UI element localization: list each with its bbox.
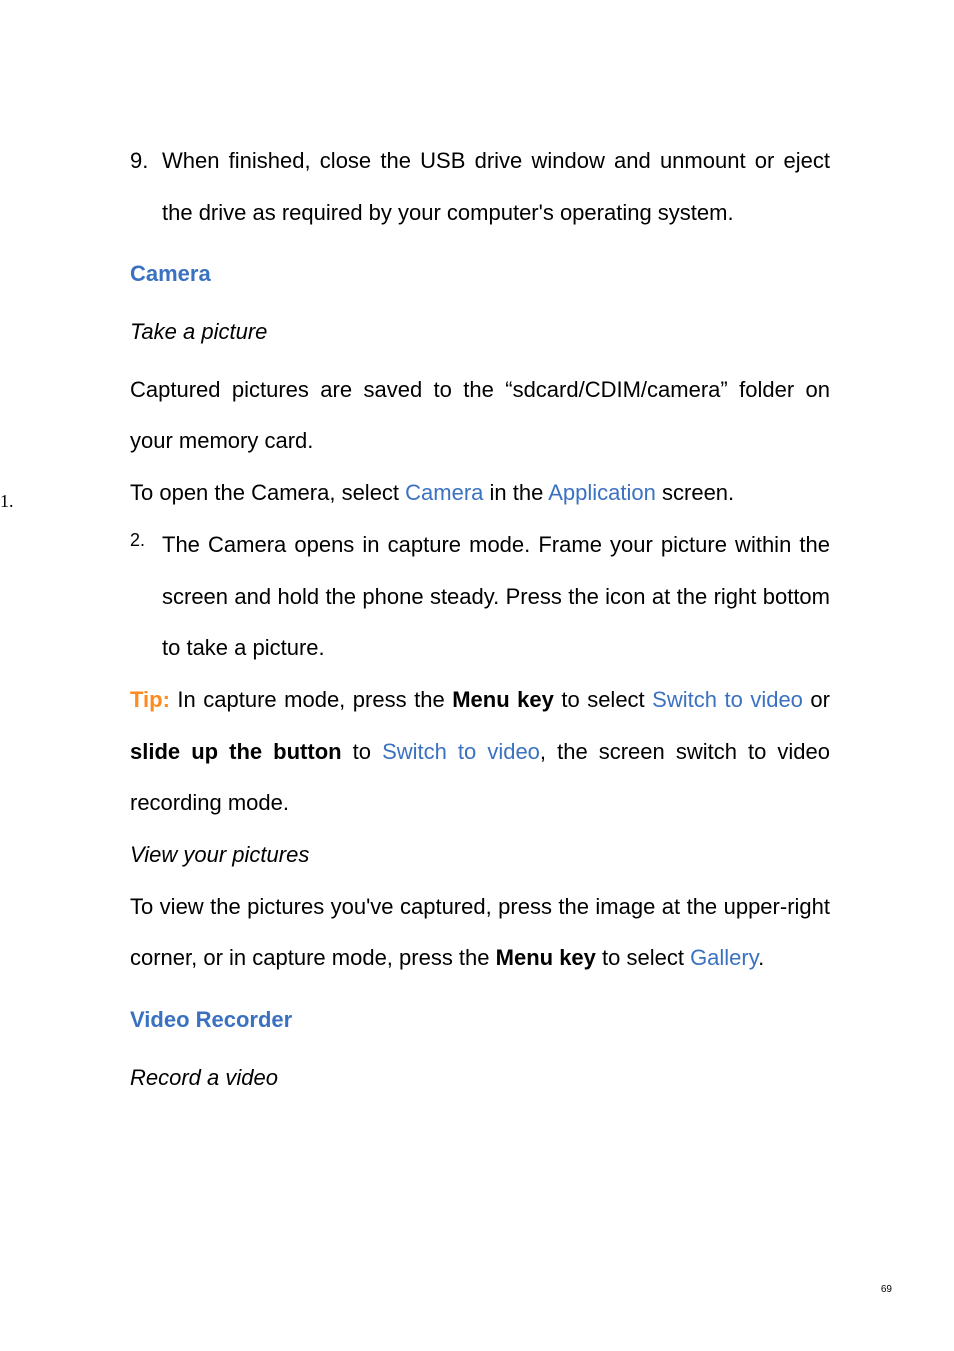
step1-mid: in the	[483, 480, 548, 505]
step-9-text: When finished, close the USB drive windo…	[162, 135, 830, 238]
step-number-2: 2.	[130, 519, 162, 561]
camera-section-heading: Camera	[130, 248, 830, 300]
switch-to-video-link-1: Switch to video	[652, 687, 803, 712]
menu-key-1: Menu key	[452, 687, 554, 712]
application-link: Application	[548, 480, 656, 505]
tip-label: Tip:	[130, 687, 170, 712]
view-pictures-paragraph: To view the pictures you've captured, pr…	[130, 881, 830, 984]
usb-step-9: 9. When finished, close the USB drive wi…	[130, 135, 830, 238]
slide-up-button: slide up the button	[130, 739, 342, 764]
tip-seg-4: to	[342, 739, 382, 764]
video-recorder-heading: Video Recorder	[130, 994, 830, 1046]
tip-seg-3: or	[803, 687, 830, 712]
camera-link: Camera	[405, 480, 483, 505]
step-number-9: 9.	[130, 135, 162, 187]
step-2-text: The Camera opens in capture mode. Frame …	[162, 519, 830, 674]
page-content: 9. When finished, close the USB drive wi…	[130, 135, 830, 1103]
page-number: 69	[881, 1284, 892, 1295]
tip-paragraph: Tip: In capture mode, press the Menu key…	[130, 674, 830, 829]
view-seg-3: .	[758, 945, 764, 970]
step1-pre: To open the Camera, select	[130, 480, 405, 505]
captured-pictures-text: Captured pictures are saved to the “sdca…	[130, 364, 830, 467]
take-a-picture-heading: Take a picture	[130, 306, 830, 358]
tip-seg-1: In capture mode, press the	[170, 687, 452, 712]
view-your-pictures-heading: View your pictures	[130, 829, 830, 881]
menu-key-2: Menu key	[496, 945, 596, 970]
step1-post: screen.	[656, 480, 734, 505]
camera-step-2: 2. The Camera opens in capture mode. Fra…	[130, 519, 830, 674]
gallery-link: Gallery	[690, 945, 758, 970]
side-list-marker: 1.	[0, 491, 14, 512]
view-seg-2: to select	[596, 945, 690, 970]
camera-step-1: To open the Camera, select Camera in the…	[130, 467, 830, 519]
switch-to-video-link-2: Switch to video	[382, 739, 540, 764]
tip-seg-2: to select	[554, 687, 652, 712]
record-a-video-heading: Record a video	[130, 1052, 830, 1104]
